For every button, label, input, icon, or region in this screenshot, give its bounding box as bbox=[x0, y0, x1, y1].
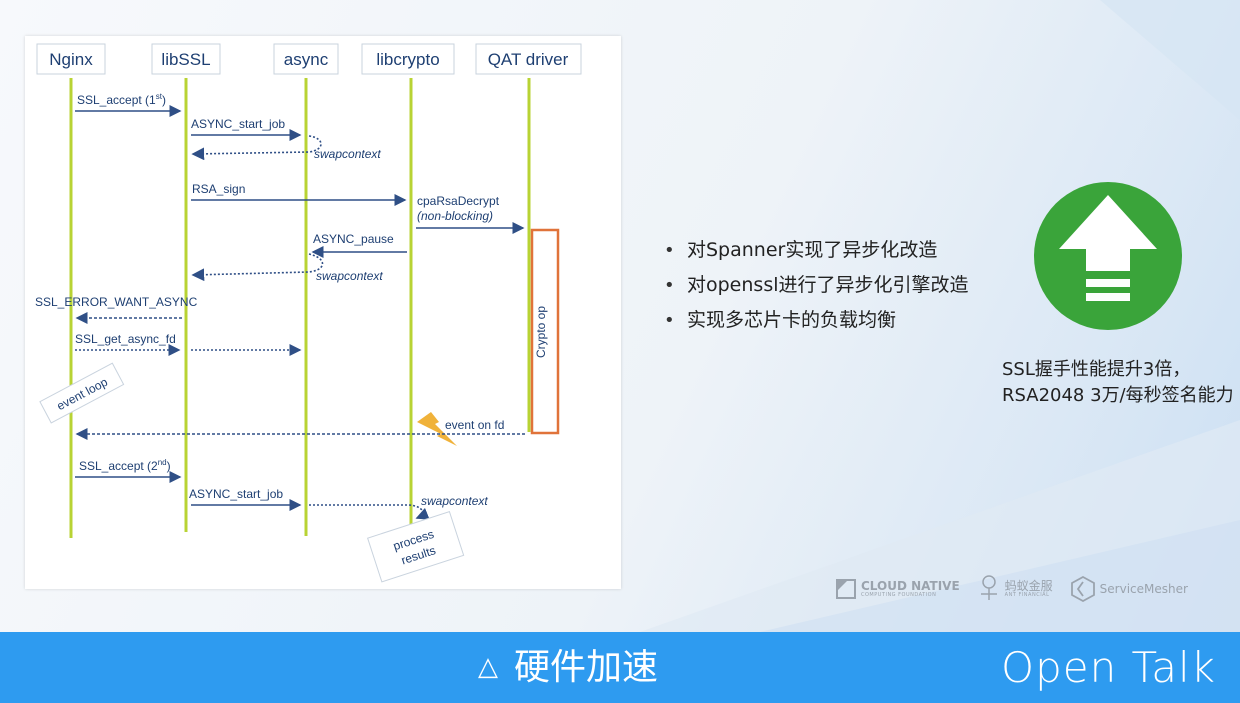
msg-ssl-accept-1: SSL_accept (1st) bbox=[77, 92, 166, 107]
msg-ssl-error-want-async: SSL_ERROR_WANT_ASYNC bbox=[35, 295, 198, 309]
event-loop-tag: event loop bbox=[39, 362, 125, 424]
lifeline-header-nginx: Nginx bbox=[49, 50, 93, 69]
ant-logo-text: 蚂蚁金服 bbox=[1004, 579, 1053, 593]
crypto-op-label: Crypto op bbox=[534, 306, 548, 358]
arrow-swapcontext-1 bbox=[191, 135, 322, 161]
bullet-list: • 对Spanner实现了异步化改造 • 对openssl进行了异步化引擎改造 • 实… bbox=[660, 233, 969, 338]
bullet-dot: • bbox=[664, 310, 675, 331]
bullet-text: 对Spanner实现了异步化改造 bbox=[687, 239, 938, 261]
arrow-swapcontext-3 bbox=[309, 504, 430, 520]
servicemesher-logo-text: ServiceMesher bbox=[1099, 582, 1188, 596]
bullet-text: 实现多芯片卡的负载均衡 bbox=[687, 309, 897, 331]
lifeline-headers: Nginx libSSL async libcrypto QAT driver bbox=[36, 43, 582, 75]
msg-ssl-get-async-fd: SSL_get_async_fd bbox=[75, 332, 176, 346]
ant-financial-logo: 蚂蚁金服 ANT FINANCIAL bbox=[978, 574, 1053, 604]
msg-async-start-job-2: ASYNC_start_job bbox=[189, 487, 283, 501]
bullet-text: 对openssl进行了异步化引擎改造 bbox=[687, 274, 969, 296]
arrow-swapcontext-2 bbox=[191, 253, 324, 282]
bullet-dot: • bbox=[664, 240, 675, 261]
lifeline-header-libcrypto: libcrypto bbox=[376, 50, 439, 69]
bullet-item: • 实现多芯片卡的负载均衡 bbox=[660, 303, 969, 338]
bullet-item: • 对openssl进行了异步化引擎改造 bbox=[660, 268, 969, 303]
footer-title: △ 硬件加速 bbox=[478, 632, 658, 703]
open-talk-logo: Open Talk bbox=[1001, 643, 1216, 692]
msg-swapcontext-2: swapcontext bbox=[316, 269, 383, 283]
msg-swapcontext-3: swapcontext bbox=[421, 494, 488, 508]
msg-event-on-fd: event on fd bbox=[445, 418, 504, 432]
process-results-tag: process results bbox=[367, 510, 465, 583]
sequence-diagram: Nginx libSSL async libcrypto QAT driver … bbox=[25, 36, 621, 589]
bullet-dot: • bbox=[664, 275, 675, 296]
sponsor-logos: CLOUD NATIVE COMPUTING FOUNDATION 蚂蚁金服 A… bbox=[836, 572, 1196, 606]
triangle-icon: △ bbox=[478, 652, 498, 682]
msg-async-pause: ASYNC_pause bbox=[313, 232, 394, 246]
cncf-logo-text: CLOUD NATIVE bbox=[861, 579, 960, 593]
arrow-up-icon bbox=[1034, 182, 1182, 330]
lifeline-header-libssl: libSSL bbox=[161, 50, 210, 69]
lifeline-header-async: async bbox=[284, 50, 329, 69]
performance-caption: SSL握手性能提升3倍，RSA2048 3万/每秒签名能力 bbox=[1002, 359, 1234, 406]
msg-non-blocking: (non-blocking) bbox=[417, 209, 493, 223]
servicemesher-logo: ServiceMesher bbox=[1070, 576, 1188, 602]
footer-title-text: 硬件加速 bbox=[514, 647, 659, 688]
msg-cpa-rsa-decrypt: cpaRsaDecrypt bbox=[417, 194, 500, 208]
cncf-logo: CLOUD NATIVE COMPUTING FOUNDATION bbox=[836, 579, 960, 599]
msg-ssl-accept-2: SSL_accept (2nd) bbox=[79, 458, 171, 473]
bottom-bar: △ 硬件加速 Open Talk bbox=[0, 632, 1240, 703]
msg-swapcontext-1: swapcontext bbox=[314, 147, 381, 161]
ant-logo-subtext: ANT FINANCIAL bbox=[1004, 592, 1050, 598]
bullet-item: • 对Spanner实现了异步化改造 bbox=[660, 233, 969, 268]
msg-async-start-job-1: ASYNC_start_job bbox=[191, 117, 285, 131]
msg-rsa-sign: RSA_sign bbox=[192, 182, 245, 196]
lifeline-header-qat-driver: QAT driver bbox=[488, 50, 569, 69]
